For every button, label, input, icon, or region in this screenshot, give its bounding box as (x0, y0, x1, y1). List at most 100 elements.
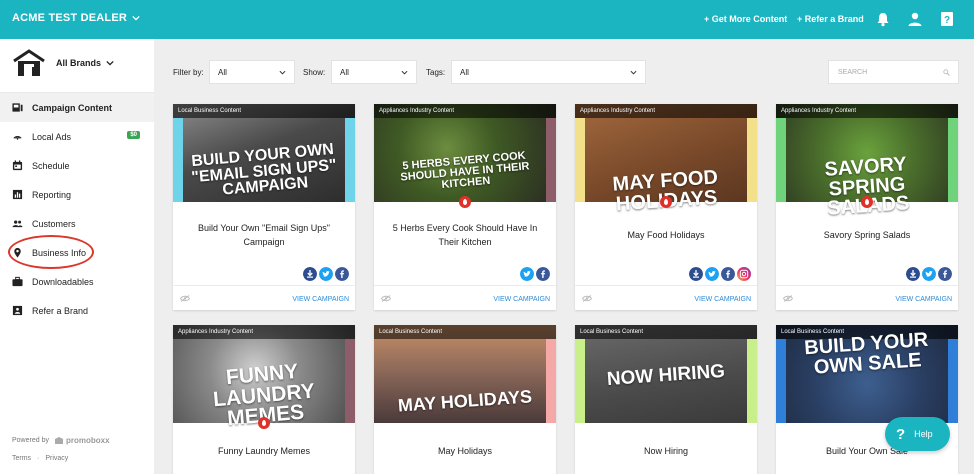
card-category: Appliances Industry Content (776, 104, 958, 118)
campaign-thumbnail[interactable]: Appliances Industry Content SAVORY SPRIN… (776, 104, 958, 220)
business-info-highlight-annotation (8, 235, 94, 269)
refer-a-brand-link[interactable]: + Refer a Brand (797, 14, 864, 24)
share-icons (689, 267, 751, 281)
powered-by: Powered by promoboxx (12, 436, 110, 445)
eye-off-icon[interactable] (582, 295, 592, 302)
campaign-card[interactable]: Appliances Industry Content FUNNY LAUNDR… (173, 325, 355, 474)
card-color-stripe (546, 339, 556, 423)
eye-off-icon[interactable] (381, 295, 391, 302)
people-icon (12, 220, 23, 228)
campaign-thumbnail[interactable]: Appliances Industry Content MAY FOOD HOL… (575, 104, 757, 215)
user-icon[interactable] (907, 11, 923, 27)
card-footer: VIEW CAMPAIGN (173, 285, 355, 310)
facebook-icon[interactable] (335, 267, 349, 281)
campaign-card[interactable]: Appliances Industry Content MAY FOOD HOL… (575, 104, 757, 310)
campaign-card[interactable]: Appliances Industry Content SAVORY SPRIN… (776, 104, 958, 310)
privacy-link[interactable]: Privacy (45, 455, 68, 462)
share-icons (906, 267, 952, 281)
download-icon[interactable] (303, 267, 317, 281)
instagram-icon[interactable] (737, 267, 751, 281)
card-color-stripe (747, 339, 757, 423)
eye-off-icon[interactable] (180, 295, 190, 302)
card-footer: VIEW CAMPAIGN (776, 285, 958, 310)
card-title[interactable]: Build Your Own "Email Sign Ups" Campaign (183, 216, 345, 256)
download-icon[interactable] (689, 267, 703, 281)
campaign-thumbnail[interactable]: Local Business Content NOW HIRING (575, 325, 757, 423)
campaign-card[interactable]: Local Business Content BUILD YOUR OWN SA… (776, 325, 958, 474)
view-campaign-link[interactable]: VIEW CAMPAIGN (292, 296, 349, 303)
eye-off-icon[interactable] (783, 295, 793, 302)
card-title[interactable]: Funny Laundry Memes (183, 445, 345, 459)
card-color-stripe (345, 339, 355, 423)
sidebar-item-downloadables[interactable]: Downloadables (0, 267, 154, 296)
campaign-card[interactable]: Local Business Content NOW HIRING Now Hi… (575, 325, 757, 474)
search-placeholder: SEARCH (838, 69, 868, 76)
sidebar-item-label: Local Ads (32, 131, 72, 142)
promoboxx-logo[interactable]: promoboxx (54, 436, 110, 445)
card-color-stripe (546, 118, 556, 202)
card-footer: VIEW CAMPAIGN (575, 285, 757, 310)
sidebar-item-schedule[interactable]: Schedule (0, 151, 154, 180)
twitter-icon[interactable] (705, 267, 719, 281)
sidebar: All Brands Campaign Content Local Ads $0… (0, 39, 154, 474)
show-value: All (340, 68, 349, 77)
campaign-thumbnail[interactable]: Local Business Content BUILD YOUR OWN "E… (173, 104, 355, 202)
bell-icon[interactable] (875, 11, 891, 27)
campaign-thumbnail[interactable]: Local Business Content MAY HOLIDAYS (374, 325, 556, 423)
trending-flame-icon (861, 196, 873, 208)
get-more-content-link[interactable]: + Get More Content (704, 14, 787, 24)
briefcase-icon (12, 276, 23, 287)
help-button[interactable]: ? Help (885, 417, 950, 451)
terms-link[interactable]: Terms (12, 455, 31, 462)
tags-select[interactable]: All (451, 60, 646, 84)
campaign-content-icon (12, 103, 23, 112)
twitter-icon[interactable] (922, 267, 936, 281)
show-select[interactable]: All (331, 60, 417, 84)
share-icons (520, 267, 550, 281)
twitter-icon[interactable] (319, 267, 333, 281)
facebook-icon[interactable] (721, 267, 735, 281)
sidebar-item-label: Refer a Brand (32, 305, 89, 316)
brand-selector[interactable]: All Brands (12, 49, 152, 79)
trending-flame-icon (258, 417, 270, 429)
view-campaign-link[interactable]: VIEW CAMPAIGN (694, 296, 751, 303)
card-title[interactable]: Savory Spring Salads (786, 216, 948, 256)
card-title[interactable]: May Food Holidays (585, 216, 747, 256)
search-input[interactable]: SEARCH (828, 60, 959, 84)
show-label: Show: (303, 68, 326, 77)
campaign-thumbnail[interactable]: Appliances Industry Content FUNNY LAUNDR… (173, 325, 355, 430)
card-color-stripe (948, 339, 958, 423)
sidebar-item-campaign-content[interactable]: Campaign Content (0, 93, 154, 122)
card-color-stripe (173, 118, 183, 202)
chevron-down-icon (106, 60, 114, 66)
campaign-thumbnail[interactable]: Appliances Industry Content 5 HERBS EVER… (374, 104, 556, 208)
campaign-card[interactable]: Appliances Industry Content 5 HERBS EVER… (374, 104, 556, 310)
campaign-thumbnail[interactable]: Local Business Content BUILD YOUR OWN SA… (776, 325, 958, 423)
sidebar-item-refer-a-brand[interactable]: Refer a Brand (0, 296, 154, 325)
sidebar-item-customers[interactable]: Customers (0, 209, 154, 238)
card-title[interactable]: May Holidays (384, 445, 546, 459)
campaign-card[interactable]: Local Business Content BUILD YOUR OWN "E… (173, 104, 355, 310)
local-ads-icon (13, 136, 22, 140)
twitter-icon[interactable] (520, 267, 534, 281)
help-document-icon[interactable]: ? (939, 11, 955, 27)
trending-flame-icon (459, 196, 471, 208)
sidebar-item-reporting[interactable]: Reporting (0, 180, 154, 209)
sidebar-item-label: Customers (32, 218, 76, 229)
card-title[interactable]: 5 Herbs Every Cook Should Have In Their … (384, 216, 546, 256)
facebook-icon[interactable] (536, 267, 550, 281)
card-color-stripe (575, 339, 585, 423)
campaign-card[interactable]: Local Business Content MAY HOLIDAYS May … (374, 325, 556, 474)
facebook-icon[interactable] (938, 267, 952, 281)
download-icon[interactable] (906, 267, 920, 281)
sidebar-item-local-ads[interactable]: Local Ads $0 (0, 122, 154, 151)
filter-by-select[interactable]: All (209, 60, 295, 84)
dealer-switcher[interactable]: ACME TEST DEALER (12, 12, 140, 24)
view-campaign-link[interactable]: VIEW CAMPAIGN (493, 296, 550, 303)
view-campaign-link[interactable]: VIEW CAMPAIGN (895, 296, 952, 303)
card-title[interactable]: Now Hiring (585, 445, 747, 459)
help-question-icon: ? (896, 425, 906, 443)
svg-text:?: ? (944, 15, 950, 26)
contact-card-icon (12, 305, 23, 316)
dealer-logo-icon (13, 49, 45, 76)
